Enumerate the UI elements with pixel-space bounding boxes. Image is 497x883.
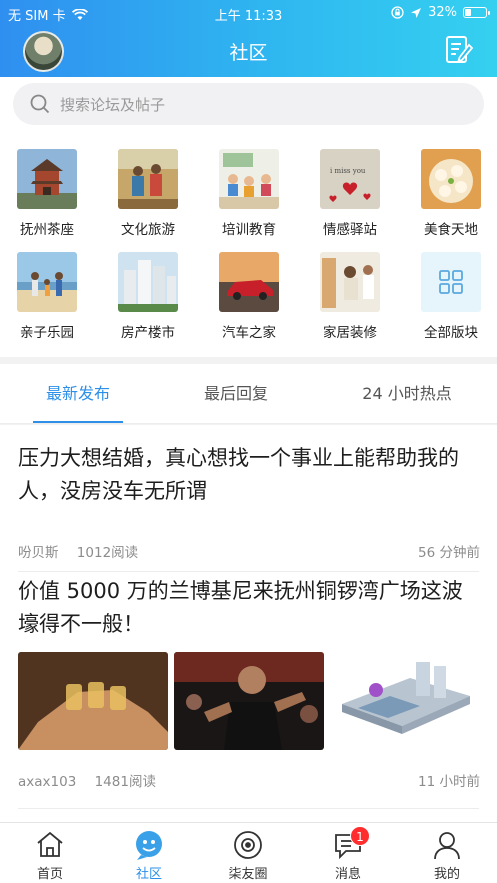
hikers-photo xyxy=(118,149,178,209)
board-culture-travel[interactable]: 文化旅游 xyxy=(108,149,188,238)
board-label: 亲子乐园 xyxy=(20,325,74,341)
post-time: 11 小时前 xyxy=(418,774,480,790)
buildings-photo xyxy=(118,252,178,312)
feed-tabs: 最新发布 最后回复 24 小时热点 xyxy=(0,364,497,424)
svg-text:i miss you: i miss you xyxy=(330,167,366,175)
battery-icon xyxy=(463,7,490,18)
tab-last-reply[interactable]: 最后回复 xyxy=(176,364,296,424)
search-placeholder: 搜索论坛及帖子 xyxy=(60,95,166,114)
post-title[interactable]: 压力大想结婚，真心想找一个事业上能帮助我的人，没房没车无所谓 xyxy=(18,442,480,508)
post-meta: axax103 1481阅读 11 小时前 xyxy=(18,770,480,790)
post-author[interactable]: 吩贝斯 xyxy=(18,545,59,561)
tab-profile[interactable]: 我的 xyxy=(397,823,497,883)
classroom-photo xyxy=(219,149,279,209)
board-food[interactable]: 美食天地 xyxy=(411,149,491,238)
board-education[interactable]: 培训教育 xyxy=(209,149,289,238)
tab-label: 我的 xyxy=(433,867,460,882)
concert-photo[interactable] xyxy=(174,652,324,750)
board-emotion[interactable]: i miss you 情感驿站 xyxy=(310,149,390,238)
tower-photo xyxy=(17,149,77,209)
plaza-render[interactable] xyxy=(330,652,480,750)
tab-label: 社区 xyxy=(135,867,162,882)
search-icon xyxy=(30,94,50,114)
family-beach-photo xyxy=(17,252,77,312)
board-tea-house[interactable]: 抚州茶座 xyxy=(7,149,87,238)
active-tab-indicator xyxy=(33,421,123,423)
dumplings-photo xyxy=(421,149,481,209)
divider xyxy=(18,571,479,572)
battery-percent: 32% xyxy=(428,5,457,20)
tab-home[interactable]: 首页 xyxy=(0,823,100,883)
board-all[interactable]: 全部版块 xyxy=(411,252,491,341)
board-label: 汽车之家 xyxy=(222,325,276,341)
post-images xyxy=(18,652,480,750)
board-label: 情感驿站 xyxy=(323,222,377,238)
board-label: 美食天地 xyxy=(424,222,478,238)
tab-latest[interactable]: 最新发布 xyxy=(18,364,138,424)
tab-label: 柒友圈 xyxy=(228,867,268,882)
compose-icon[interactable] xyxy=(445,35,473,66)
board-label: 全部版块 xyxy=(424,325,478,341)
board-real-estate[interactable]: 房产楼市 xyxy=(108,252,188,341)
nav-bar: 社区 xyxy=(0,26,497,77)
tab-24h-hot[interactable]: 24 小时热点 xyxy=(342,364,472,424)
app-header: 无 SIM 卡 上午 11:33 32% 社区 xyxy=(0,0,497,77)
toast-photo[interactable] xyxy=(18,652,168,750)
board-family[interactable]: 亲子乐园 xyxy=(7,252,87,341)
lock-rotation-icon xyxy=(391,6,404,19)
grid-icon xyxy=(421,252,481,312)
tab-messages[interactable]: 1 消息 xyxy=(298,823,398,883)
board-label: 培训教育 xyxy=(222,222,276,238)
unread-badge: 1 xyxy=(350,826,370,846)
post-time: 56 分钟前 xyxy=(418,545,480,561)
tab-label: 消息 xyxy=(334,867,361,882)
post-reads: 1012阅读 xyxy=(76,545,139,561)
board-home-decor[interactable]: 家居装修 xyxy=(310,252,390,341)
search-input[interactable]: 搜索论坛及帖子 xyxy=(13,83,484,125)
post-item[interactable]: 压力大想结婚，真心想找一个事业上能帮助我的人，没房没车无所谓 吩贝斯 1012阅… xyxy=(18,442,480,561)
post-author[interactable]: axax103 xyxy=(18,774,76,790)
post-reads: 1481阅读 xyxy=(94,774,156,790)
tab-community[interactable]: 社区 xyxy=(99,823,199,883)
tab-friends-circle[interactable]: 柒友圈 xyxy=(198,823,298,883)
hearts-photo: i miss you xyxy=(320,149,380,209)
search-section: 搜索论坛及帖子 xyxy=(0,77,497,132)
board-auto[interactable]: 汽车之家 xyxy=(209,252,289,341)
home-icon xyxy=(37,831,63,857)
post-meta: 吩贝斯 1012阅读 56 分钟前 xyxy=(18,541,480,561)
board-grid: 抚州茶座 文化旅游 培训教育 i miss you 情感驿站 美食天地 亲子乐园… xyxy=(0,132,497,357)
board-label: 家居装修 xyxy=(323,325,377,341)
page-title: 社区 xyxy=(229,42,268,64)
painting-wall-photo xyxy=(320,252,380,312)
car-photo xyxy=(219,252,279,312)
divider xyxy=(18,808,479,809)
tab-label: 首页 xyxy=(36,867,63,882)
status-bar: 无 SIM 卡 上午 11:33 32% xyxy=(0,0,497,26)
post-feed: 压力大想结婚，真心想找一个事业上能帮助我的人，没房没车无所谓 吩贝斯 1012阅… xyxy=(0,425,497,822)
location-arrow-icon xyxy=(411,7,422,18)
board-label: 房产楼市 xyxy=(121,325,175,341)
profile-icon xyxy=(434,832,460,860)
camera-circle-icon xyxy=(234,831,262,859)
bottom-tab-bar: 首页 社区 柒友圈 1 消息 我的 xyxy=(0,822,497,883)
board-label: 文化旅游 xyxy=(121,222,175,238)
post-title[interactable]: 价值 5000 万的兰博基尼来抚州铜锣湾广场这波壕得不一般！ xyxy=(18,575,480,641)
community-icon xyxy=(136,831,162,860)
post-item[interactable]: 价值 5000 万的兰博基尼来抚州铜锣湾广场这波壕得不一般！ axax103 1… xyxy=(18,575,480,805)
board-label: 抚州茶座 xyxy=(20,222,74,238)
